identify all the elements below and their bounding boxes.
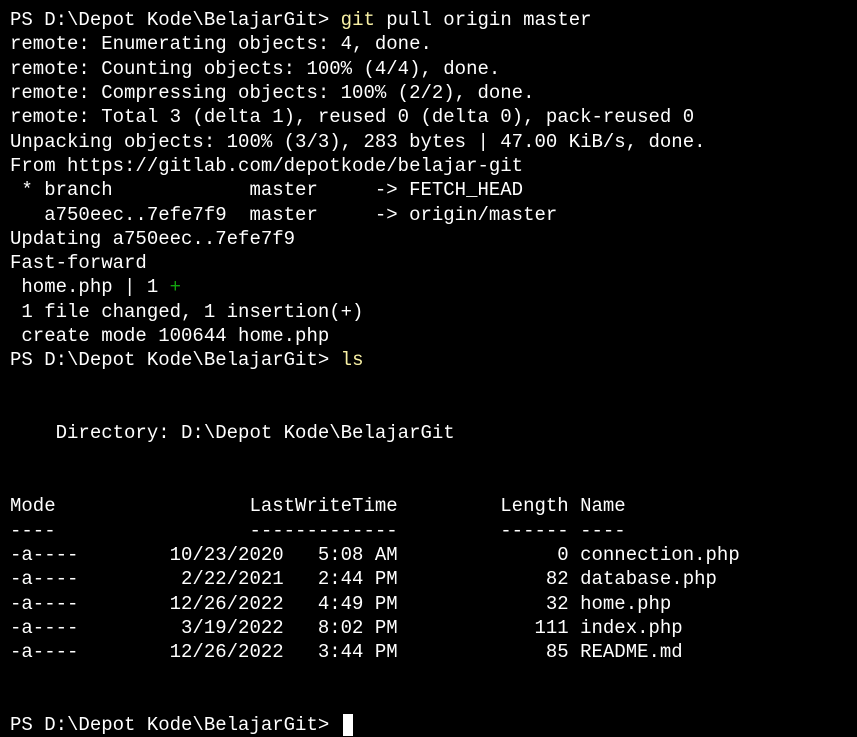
output-line: remote: Compressing objects: 100% (2/2),… [10,82,535,104]
table-divider: ---- ------------- ------ ---- [10,520,626,542]
prompt-2: PS D:\Depot Kode\BelajarGit> [10,349,329,371]
command-ls: ls [341,349,364,371]
output-line: From https://gitlab.com/depotkode/belaja… [10,155,523,177]
command-args: pull origin master [386,9,591,31]
prompt-1: PS D:\Depot Kode\BelajarGit> [10,9,329,31]
prompt-3: PS D:\Depot Kode\BelajarGit> [10,714,341,736]
table-header: Mode LastWriteTime Length Name [10,495,626,517]
output-line: remote: Counting objects: 100% (4/4), do… [10,58,500,80]
table-row: -a---- 12/26/2022 3:44 PM 85 README.md [10,641,683,663]
table-row: -a---- 2/22/2021 2:44 PM 82 database.php [10,568,717,590]
directory-line: Directory: D:\Depot Kode\BelajarGit [10,422,455,444]
output-line: 1 file changed, 1 insertion(+) [10,301,363,323]
output-line: Unpacking objects: 100% (3/3), 283 bytes… [10,131,706,153]
output-line: home.php | 1 [10,276,170,298]
table-row: -a---- 10/23/2020 5:08 AM 0 connection.p… [10,544,740,566]
output-line: a750eec..7efe7f9 master -> origin/master [10,204,557,226]
command-git: git [341,9,375,31]
output-line: Fast-forward [10,252,147,274]
output-line: remote: Enumerating objects: 4, done. [10,33,432,55]
plus-sign: + [170,276,181,298]
table-row: -a---- 3/19/2022 8:02 PM 111 index.php [10,617,683,639]
table-row: -a---- 12/26/2022 4:49 PM 32 home.php [10,593,671,615]
output-line: Updating a750eec..7efe7f9 [10,228,295,250]
cursor[interactable] [343,714,353,736]
output-line: remote: Total 3 (delta 1), reused 0 (del… [10,106,694,128]
output-line: create mode 100644 home.php [10,325,329,347]
output-line: * branch master -> FETCH_HEAD [10,179,523,201]
